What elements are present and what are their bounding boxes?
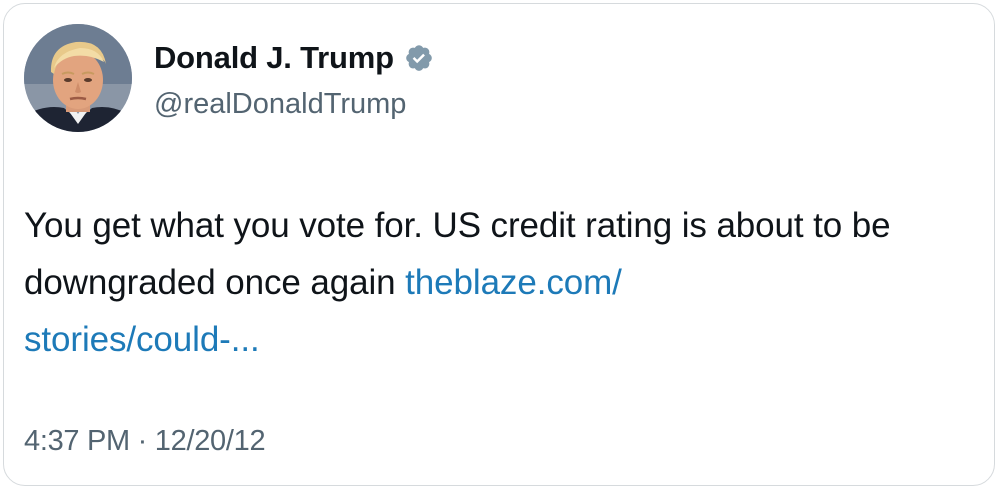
tweet-link-part2: stories/could-... bbox=[24, 320, 260, 359]
meta-separator: · bbox=[137, 425, 148, 457]
tweet-card[interactable]: Donald J. Trump @realDonaldTrump You get… bbox=[3, 3, 995, 486]
tweet-timestamp[interactable]: 4:37 PM · 12/20/12 bbox=[24, 425, 266, 458]
tweet-text: You get what you vote for. US credit rat… bbox=[24, 197, 989, 368]
tweet-link-part1: theblaze.com/ bbox=[405, 263, 622, 302]
display-name[interactable]: Donald J. Trump bbox=[154, 40, 394, 76]
tweet-date: 12/20/12 bbox=[154, 425, 266, 457]
author-handle[interactable]: @realDonaldTrump bbox=[154, 88, 406, 121]
avatar[interactable] bbox=[24, 24, 132, 132]
verified-badge-icon[interactable] bbox=[404, 43, 434, 73]
profile-photo-icon bbox=[24, 24, 132, 132]
tweet-time: 4:37 PM bbox=[24, 425, 130, 457]
author-name-row: Donald J. Trump bbox=[154, 40, 434, 76]
